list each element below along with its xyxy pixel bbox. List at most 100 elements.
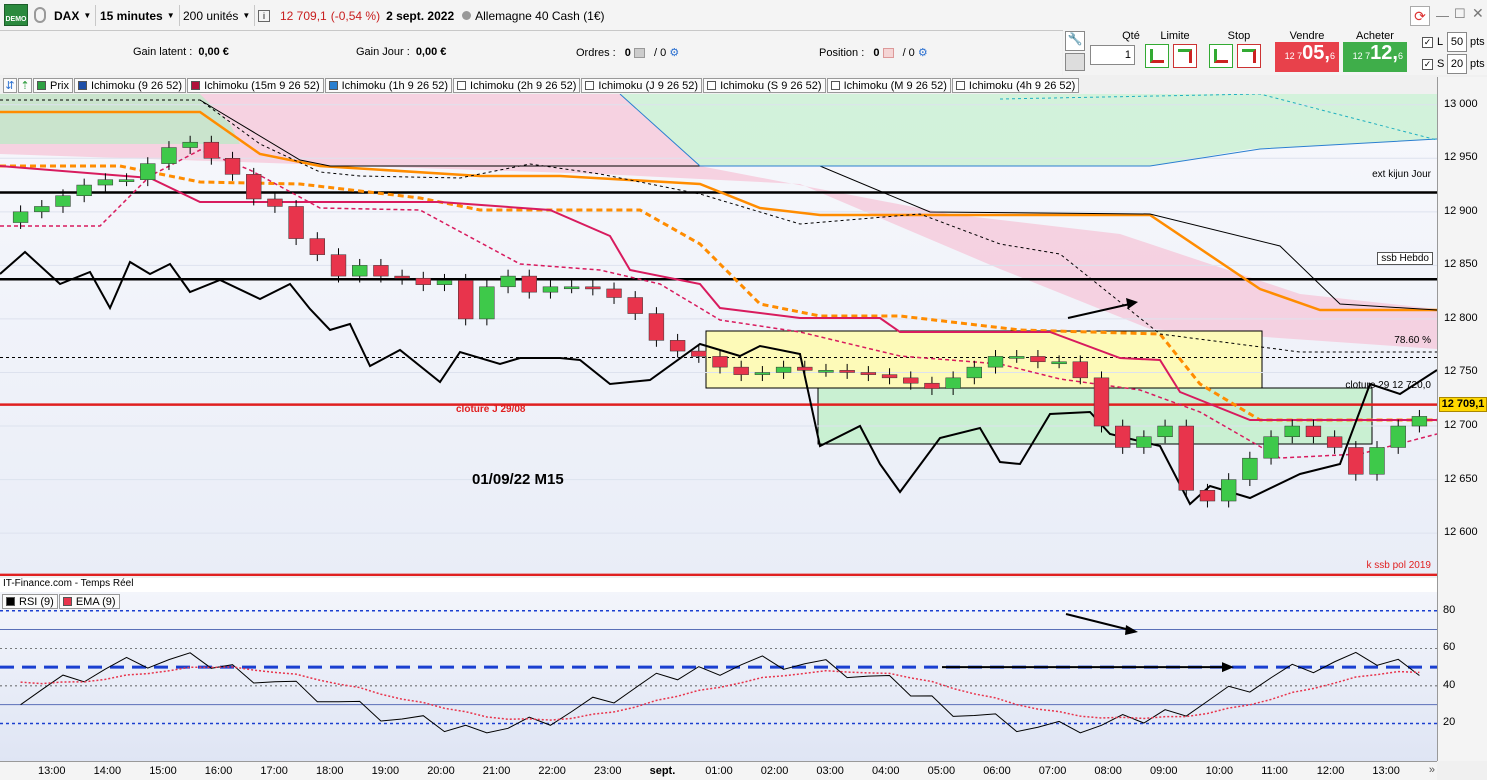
- candle: [1369, 447, 1385, 475]
- cloud-green-left: [0, 94, 240, 144]
- legend-item[interactable]: Ichimoku (M 9 26 52): [826, 78, 951, 93]
- gear-icon[interactable]: ⚙: [918, 47, 928, 59]
- instrument-selector[interactable]: DAX ▼: [50, 5, 97, 26]
- candle: [1115, 425, 1131, 448]
- legend-item[interactable]: Ichimoku (2h 9 26 52): [453, 78, 581, 93]
- candle: [182, 141, 198, 148]
- qty-input[interactable]: 1: [1090, 45, 1135, 65]
- legend-label: Prix: [50, 79, 69, 92]
- legend-swatch: [955, 81, 965, 90]
- stats-bar: Gain latent :0,00 € Gain Jour :0,00 € Or…: [0, 31, 1062, 75]
- info-icon[interactable]: i: [258, 9, 270, 22]
- gear-icon[interactable]: ⚙: [669, 47, 679, 59]
- candle: [903, 377, 919, 384]
- candle: [394, 275, 410, 279]
- pts-label: pts: [1470, 58, 1485, 70]
- link-icon[interactable]: [34, 7, 46, 23]
- rsi-chart[interactable]: [0, 592, 1437, 761]
- legend-item[interactable]: Ichimoku (9 26 52): [73, 78, 187, 93]
- rsi-line: [20, 651, 1420, 734]
- stop-checkbox[interactable]: ✓: [1422, 59, 1433, 70]
- candle: [1242, 457, 1258, 480]
- legend-item[interactable]: Ichimoku (15m 9 26 52): [187, 78, 324, 93]
- stop-buy-button[interactable]: [1209, 44, 1233, 68]
- candle: [1326, 436, 1343, 448]
- legend-item[interactable]: Ichimoku (1h 9 26 52): [324, 78, 453, 93]
- ssb-hebdo-label: ssb Hebdo: [1377, 252, 1433, 265]
- limit-pts-input[interactable]: 50: [1447, 32, 1467, 52]
- candle: [542, 286, 559, 293]
- price-tick-label: 12 600: [1444, 526, 1478, 539]
- fibo-label: 78.60 %: [1394, 335, 1431, 346]
- time-tick-label: 20:00: [427, 765, 455, 777]
- price-axis[interactable]: 13 000 12 950 12 900 12 850 12 800 12 750 12 7…: [1437, 77, 1487, 592]
- rsi-tick-label: 60: [1443, 641, 1456, 654]
- candle: [161, 147, 177, 164]
- stop-sell-button[interactable]: [1237, 44, 1261, 68]
- candle: [1220, 479, 1237, 502]
- limit-checkbox[interactable]: ✓: [1422, 37, 1433, 48]
- legend-label: Ichimoku (2h 9 26 52): [470, 79, 577, 92]
- keypad-icon[interactable]: [1065, 53, 1085, 71]
- candle: [606, 288, 622, 298]
- legend-item[interactable]: Ichimoku (S 9 26 52): [703, 78, 826, 93]
- legend-label: RSI (9): [19, 595, 54, 608]
- pts-label: pts: [1470, 36, 1485, 48]
- limit-sell-button[interactable]: [1173, 44, 1197, 68]
- legend-swatch: [830, 81, 840, 90]
- close-icon[interactable]: ✕: [1472, 5, 1484, 22]
- candle: [669, 340, 686, 352]
- legend-item[interactable]: Ichimoku (J 9 26 52): [581, 78, 703, 93]
- chart-up-icon[interactable]: ⇡: [18, 78, 32, 93]
- timeframe-selector[interactable]: 15 minutes ▼: [96, 5, 180, 26]
- limit-buy-button[interactable]: [1145, 44, 1169, 68]
- price-chart[interactable]: ext kijun Jour ssb Hebdo 78.60 % cloture…: [0, 94, 1437, 576]
- time-tick-label: 11:00: [1261, 765, 1288, 777]
- candle: [1030, 356, 1046, 363]
- rsi-axis: 80 60 40 20: [1437, 592, 1487, 761]
- buy-button[interactable]: 12 712,6: [1343, 42, 1407, 72]
- orders-count[interactable]: Ordres : 0 / 0 ⚙: [576, 46, 679, 59]
- rsi-legend: RSI (9) EMA (9): [2, 594, 121, 609]
- legend-item[interactable]: Ichimoku (4h 9 26 52): [951, 78, 1080, 93]
- time-tick-label: 16:00: [204, 765, 233, 777]
- candle: [330, 254, 347, 277]
- scroll-right-icon[interactable]: »: [1429, 764, 1435, 776]
- candle: [1348, 447, 1364, 475]
- time-axis[interactable]: 13:00 14:00 15:00 16:00 17:00 18:00 19:00 20:00…: [0, 761, 1437, 780]
- minimize-icon[interactable]: —: [1436, 8, 1449, 23]
- arrow-head-icon: [1222, 662, 1234, 673]
- limit-pts-label: L: [1437, 36, 1444, 48]
- last-price: 12 709,1: [280, 8, 327, 23]
- stop-pts-label: S: [1437, 58, 1445, 70]
- current-price-badge: 12 709,1: [1439, 397, 1487, 412]
- legend-swatch: [37, 81, 46, 90]
- rsi-trend-arrow: [1065, 613, 1131, 631]
- candle: [34, 206, 50, 213]
- maximize-icon[interactable]: ☐: [1454, 6, 1466, 22]
- candle: [818, 370, 834, 373]
- candle: [415, 277, 431, 285]
- legend-label: Ichimoku (9 26 52): [90, 79, 183, 92]
- candle: [754, 372, 771, 375]
- position-count[interactable]: Position : 0 / 0 ⚙: [819, 46, 928, 59]
- refresh-icon[interactable]: ⟳: [1410, 6, 1430, 26]
- chart-settings-icon[interactable]: ⇵: [3, 78, 17, 93]
- units-selector[interactable]: 200 unités ▼: [179, 5, 256, 26]
- candle: [118, 179, 135, 182]
- legend-swatch: [328, 81, 338, 90]
- legend-label: Ichimoku (1h 9 26 52): [341, 79, 449, 92]
- candle: [458, 280, 474, 320]
- sell-button[interactable]: 12 705,6: [1275, 42, 1339, 72]
- legend-item[interactable]: Prix: [33, 78, 73, 93]
- wrench-icon[interactable]: 🔧: [1065, 31, 1085, 51]
- candle: [1411, 416, 1428, 427]
- candle: [1178, 425, 1194, 491]
- price-change: (-0,54 %): [330, 8, 381, 23]
- rsi-legend-item[interactable]: RSI (9): [2, 594, 58, 609]
- candle: [1284, 425, 1300, 438]
- chevron-down-icon: ▼: [166, 11, 175, 20]
- stop-pts-input[interactable]: 20: [1447, 54, 1467, 74]
- position-icon: [882, 48, 894, 59]
- rsi-legend-item[interactable]: EMA (9): [58, 594, 120, 609]
